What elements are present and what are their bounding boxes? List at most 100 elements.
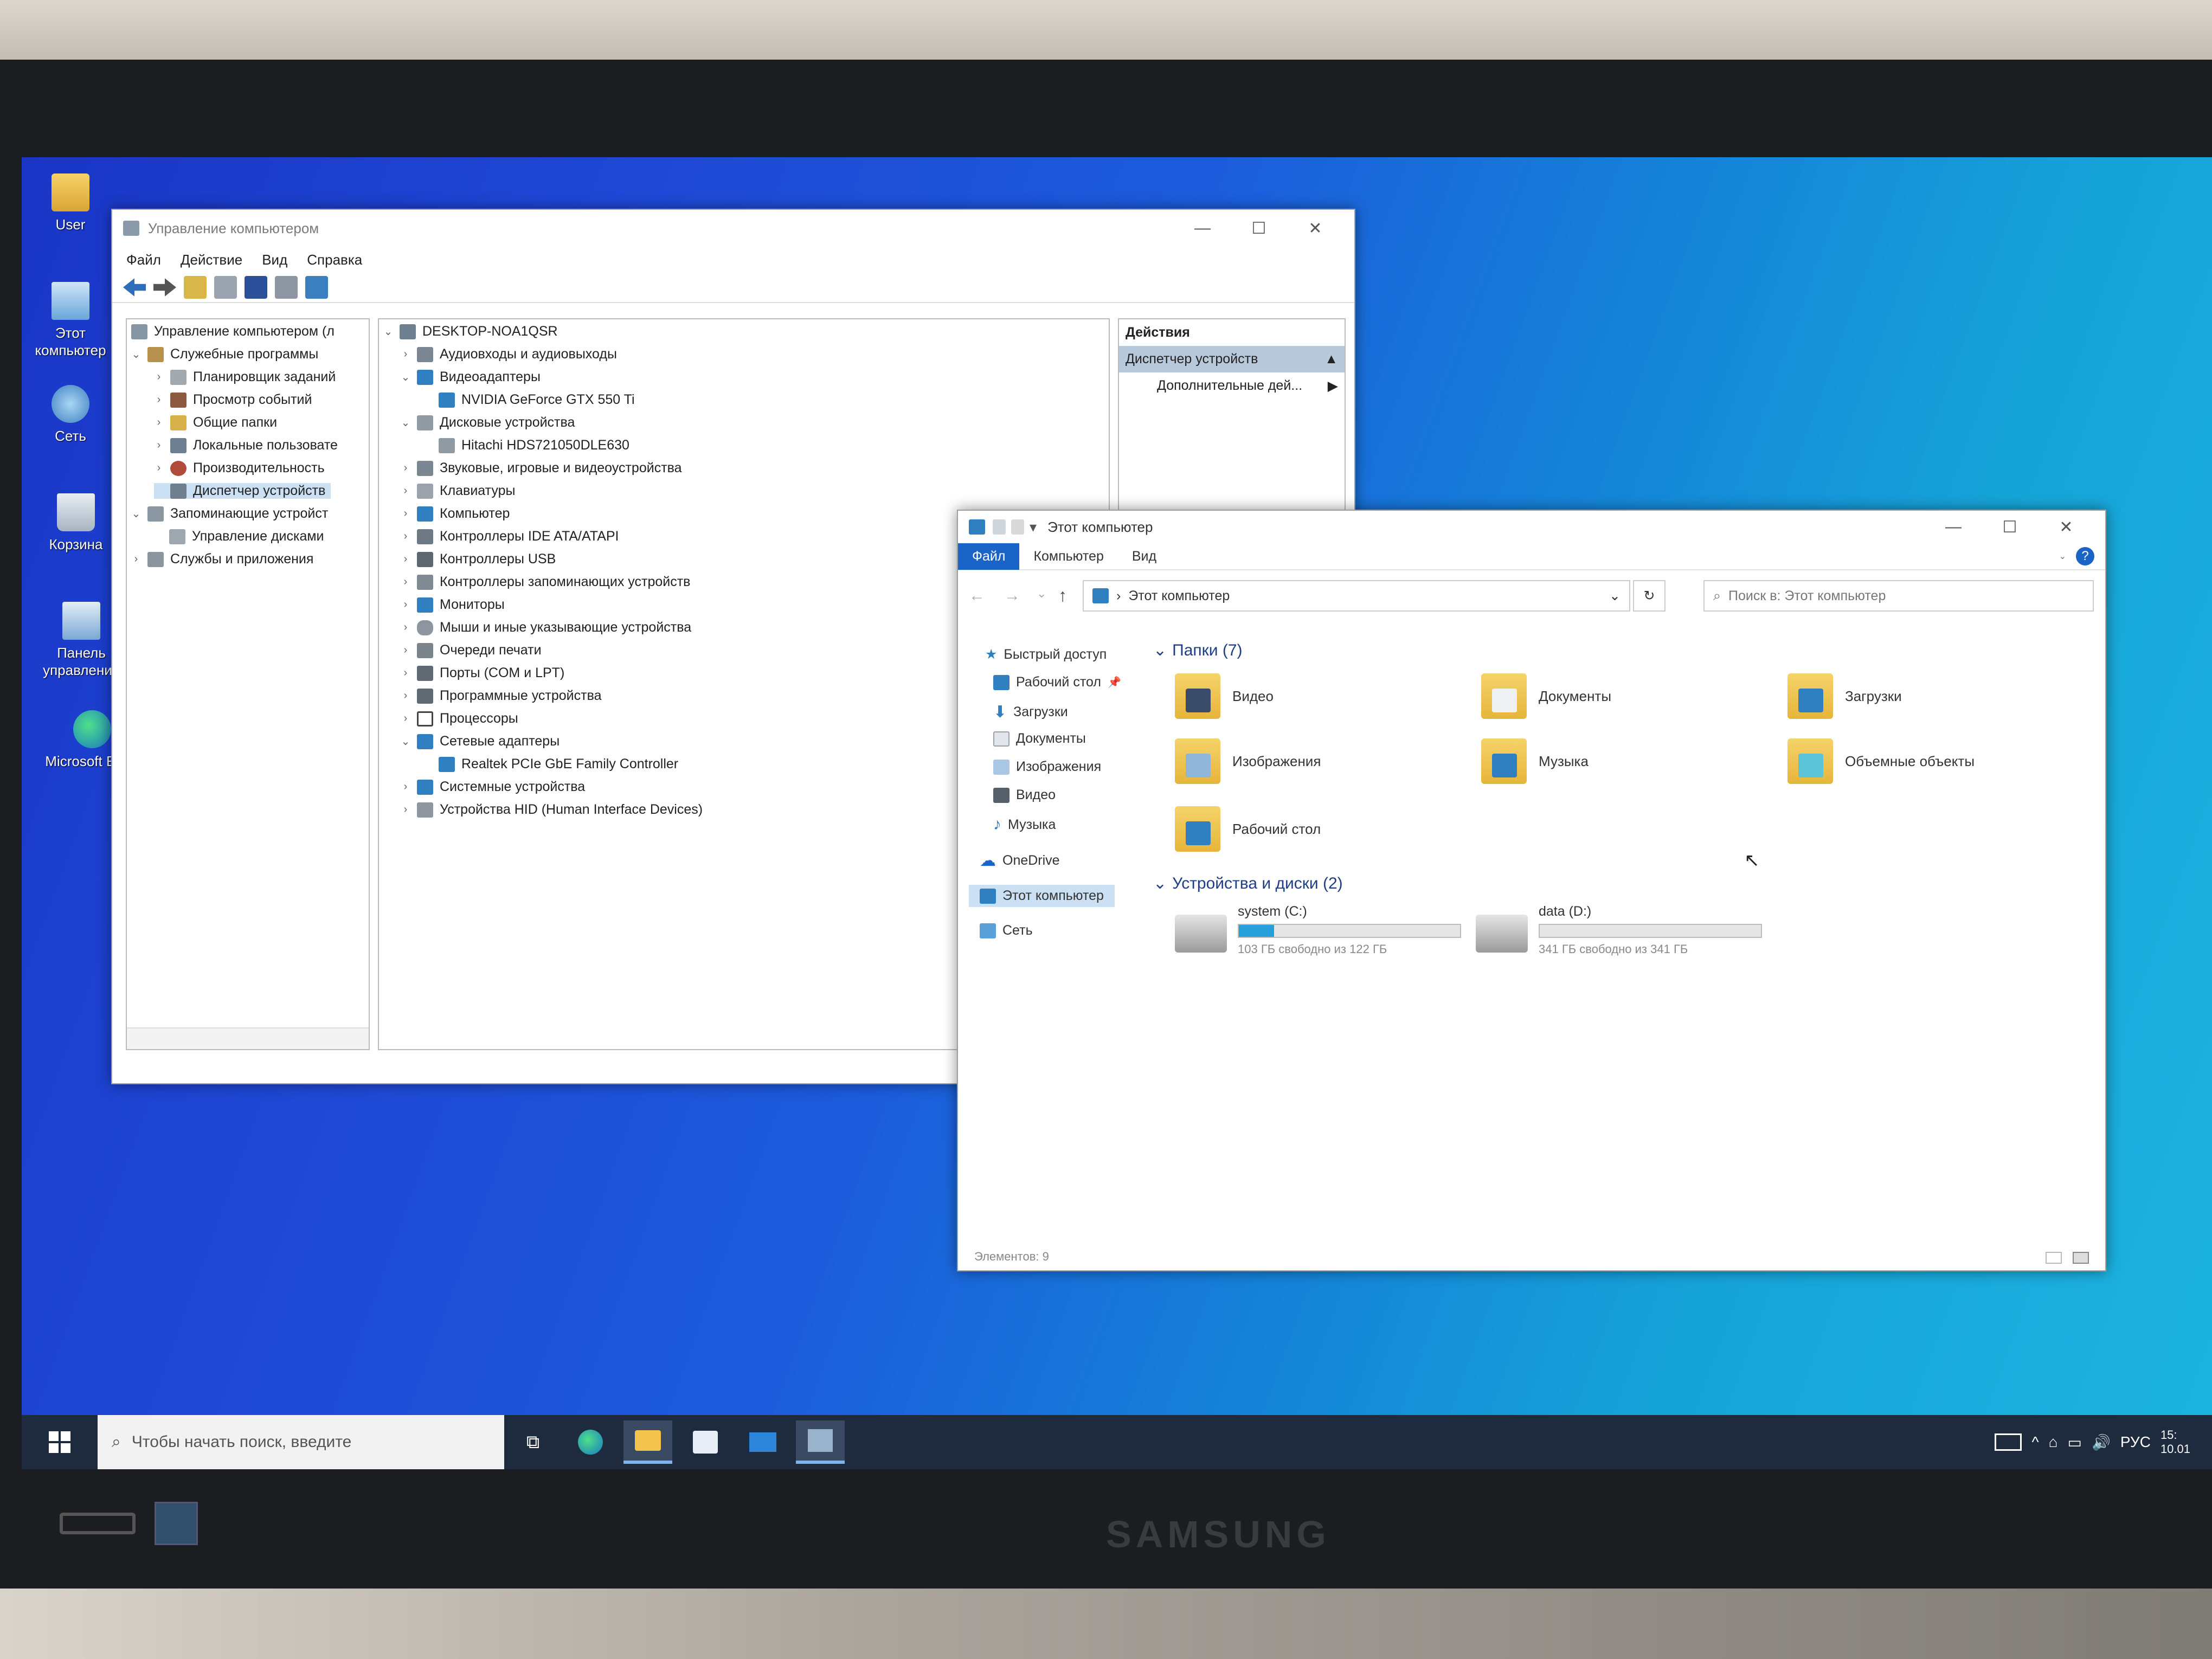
chevron-down-icon[interactable]: ⌄ <box>401 735 410 748</box>
device-item[interactable]: ⌄ Дисковые устройства <box>401 415 575 430</box>
menu-help[interactable]: Справка <box>307 252 362 268</box>
device-item[interactable]: Realtek PCIe GbE Family Controller <box>439 756 678 772</box>
device-item[interactable]: Hitachi HDS721050DLE630 <box>439 438 629 453</box>
chevron-right-icon[interactable]: › <box>401 690 410 702</box>
properties-icon[interactable] <box>275 276 298 299</box>
refresh-button[interactable]: ↻ <box>1633 580 1666 612</box>
chevron-right-icon[interactable]: › <box>401 576 410 588</box>
taskbar-store[interactable] <box>681 1420 730 1464</box>
device-item[interactable]: › Контроллеры IDE ATA/ATAPI <box>401 529 619 544</box>
tab-computer[interactable]: Компьютер <box>1019 543 1117 570</box>
folder-3d-objects[interactable]: Объемные объекты <box>1787 738 1975 784</box>
maximize-button[interactable]: ☐ <box>1231 219 1287 238</box>
up-folder-icon[interactable] <box>184 276 207 299</box>
folder-desktop[interactable]: Рабочий стол <box>1175 806 1321 852</box>
chevron-right-icon[interactable]: › <box>401 667 410 679</box>
monitor-status-icon[interactable]: ▭ <box>2068 1433 2082 1451</box>
new-folder-quick-icon[interactable] <box>1011 519 1024 535</box>
folder-documents[interactable]: Документы <box>1481 673 1611 719</box>
desktop-icon-network[interactable]: Сеть <box>22 385 119 445</box>
chevron-down-icon[interactable]: ⌄ <box>383 325 393 338</box>
drive-c[interactable]: system (C:) 103 ГБ свободно из 122 ГБ <box>1175 904 1461 956</box>
folder-music[interactable]: Музыка <box>1481 738 1589 784</box>
chevron-down-icon[interactable]: ⌄ <box>401 370 410 384</box>
nav-item-desktop[interactable]: Рабочий стол 📌 <box>993 674 1121 690</box>
tree-item[interactable]: › Производительность <box>154 460 325 476</box>
large-icons-view-icon[interactable] <box>2073 1252 2089 1264</box>
monitor-icon[interactable] <box>305 276 328 299</box>
search-input[interactable]: ⌕ Поиск в: Этот компьютер <box>1703 580 2094 612</box>
desktop-icon-recycle-bin[interactable]: Корзина <box>27 493 125 553</box>
properties-quick-icon[interactable] <box>993 519 1006 535</box>
device-item[interactable]: ⌄ Видеоадаптеры <box>401 369 541 385</box>
tree-item[interactable]: › Просмотр событий <box>154 392 312 408</box>
chevron-right-icon[interactable]: › <box>154 371 164 383</box>
forward-arrow-icon[interactable]: → <box>1004 587 1020 605</box>
network-status-icon[interactable]: ⌂ <box>2049 1433 2058 1451</box>
device-item[interactable]: ⌄ DESKTOP-NOA1QSR <box>383 324 558 339</box>
tree-item[interactable]: ⌄ Служебные программы <box>131 346 318 362</box>
device-item[interactable]: › Системные устройства <box>401 779 585 795</box>
device-item[interactable]: › Очереди печати <box>401 642 542 658</box>
menu-file[interactable]: Файл <box>126 252 161 268</box>
device-item[interactable]: › Аудиовходы и аудиовыходы <box>401 346 617 362</box>
devices-section-header[interactable]: ⌄ Устройства и диски (2) <box>1153 874 1343 893</box>
device-item[interactable]: › Клавиатуры <box>401 483 515 499</box>
forward-arrow-icon[interactable] <box>153 278 176 297</box>
nav-item-quick-access[interactable]: ★ Быстрый доступ <box>985 646 1107 663</box>
chevron-right-icon[interactable]: › <box>401 781 410 793</box>
chevron-right-icon[interactable]: › <box>401 530 410 543</box>
device-item[interactable]: › Компьютер <box>401 506 510 522</box>
chevron-right-icon[interactable]: › <box>401 462 410 474</box>
folders-section-header[interactable]: ⌄ Папки (7) <box>1153 641 1243 660</box>
close-button[interactable]: ✕ <box>2038 518 2094 537</box>
start-button[interactable] <box>22 1415 98 1469</box>
desktop-icon-user[interactable]: User <box>22 173 119 233</box>
details-view-icon[interactable] <box>2046 1252 2062 1264</box>
volume-icon[interactable]: 🔊 <box>2092 1433 2111 1451</box>
minimize-button[interactable]: — <box>1174 219 1231 238</box>
nav-item-pictures[interactable]: Изображения <box>993 759 1101 775</box>
collapse-up-icon[interactable]: ▲ <box>1324 351 1338 367</box>
chevron-up-icon[interactable]: ^ <box>2031 1433 2039 1451</box>
drive-d[interactable]: data (D:) 341 ГБ свободно из 341 ГБ <box>1476 904 1762 956</box>
recent-locations-icon[interactable]: ⌄ <box>1037 587 1046 601</box>
menu-view[interactable]: Вид <box>262 252 287 268</box>
chevron-right-icon[interactable]: › <box>401 644 410 657</box>
device-item[interactable]: NVIDIA GeForce GTX 550 Ti <box>439 392 635 408</box>
quick-access-dropdown-icon[interactable]: ▾ <box>1030 519 1037 536</box>
keyboard-icon[interactable] <box>1995 1433 2022 1451</box>
chevron-right-icon[interactable]: › <box>401 485 410 497</box>
desktop-icon-this-pc[interactable]: Этот компьютер <box>22 282 119 359</box>
nav-item-this-pc[interactable]: Этот компьютер <box>969 885 1115 907</box>
chevron-right-icon[interactable]: › <box>154 394 164 406</box>
close-button[interactable]: ✕ <box>1287 219 1343 238</box>
device-item[interactable]: › Процессоры <box>401 711 518 726</box>
language-indicator[interactable]: РУС <box>2120 1433 2151 1451</box>
minimize-button[interactable]: — <box>1925 518 1982 537</box>
chevron-right-icon[interactable]: › <box>401 712 410 725</box>
nav-item-network[interactable]: Сеть <box>980 923 1033 938</box>
chevron-right-icon[interactable]: › <box>154 416 164 429</box>
folder-downloads[interactable]: Загрузки <box>1787 673 1902 719</box>
folder-pictures[interactable]: Изображения <box>1175 738 1321 784</box>
chevron-right-icon[interactable]: › <box>401 803 410 816</box>
help-icon[interactable] <box>245 276 267 299</box>
device-item[interactable]: › Устройства HID (Human Interface Devices… <box>401 802 703 818</box>
nav-item-music[interactable]: ♪ Музыка <box>993 815 1056 834</box>
chevron-right-icon[interactable]: › <box>154 439 164 452</box>
taskbar-mail[interactable] <box>738 1420 787 1464</box>
maximize-button[interactable]: ☐ <box>1982 518 2038 537</box>
tree-item[interactable]: › Общие папки <box>154 415 277 430</box>
tree-item[interactable]: › Службы и приложения <box>131 551 313 567</box>
clock[interactable]: 15: 10.01 <box>2160 1428 2190 1456</box>
device-item[interactable]: › Звуковые, игровые и видеоустройства <box>401 460 682 476</box>
chevron-right-icon[interactable]: › <box>401 599 410 611</box>
task-view-button[interactable]: ⧉ <box>509 1420 557 1464</box>
device-item[interactable]: › Контроллеры USB <box>401 551 556 567</box>
device-item[interactable]: › Мыши и иные указывающие устройства <box>401 620 691 635</box>
tree-item[interactable]: › Локальные пользовате <box>154 438 338 453</box>
nav-item-onedrive[interactable]: ☁ OneDrive <box>980 851 1060 870</box>
tree-item[interactable]: ⌄ Запоминающие устройст <box>131 506 328 522</box>
address-dropdown-icon[interactable]: ⌄ <box>1609 588 1621 604</box>
